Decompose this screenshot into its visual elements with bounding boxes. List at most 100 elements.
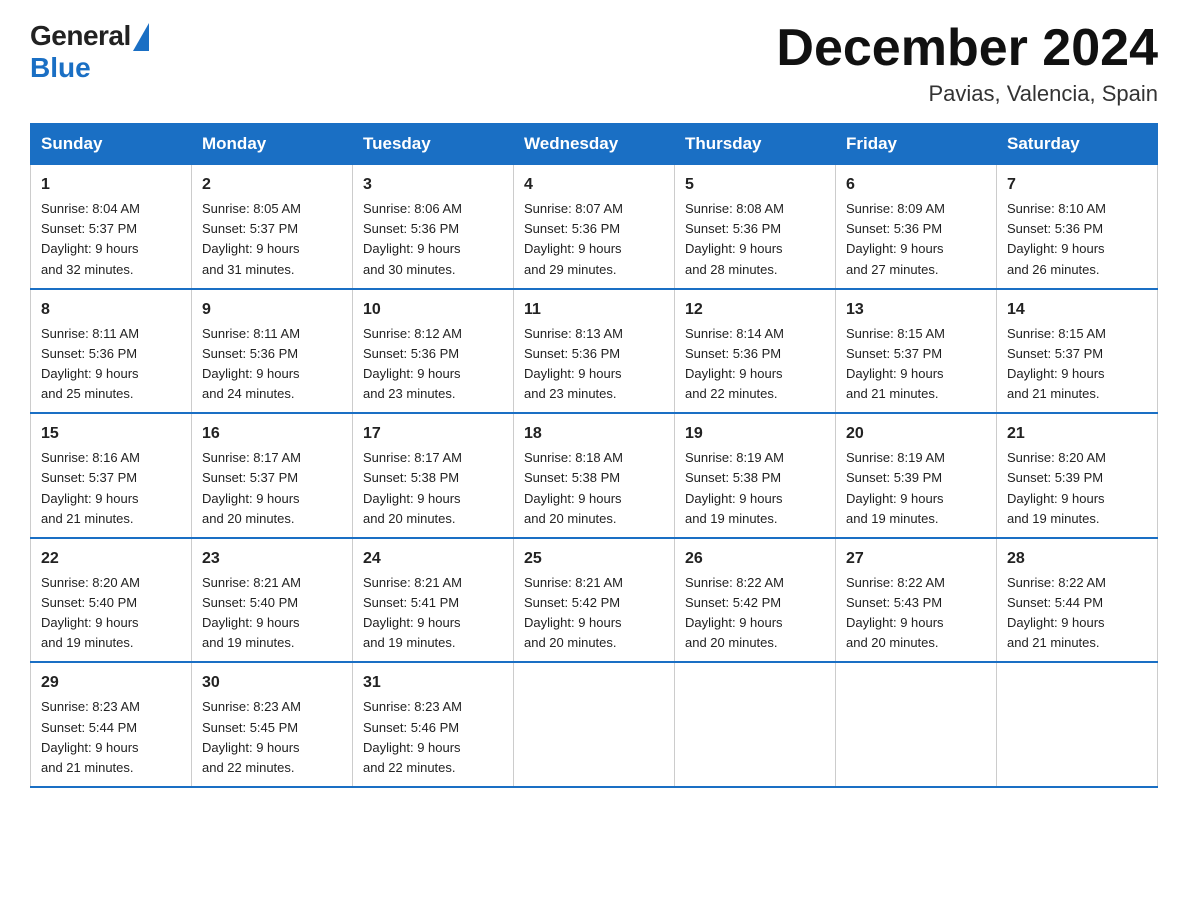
day-info: Sunrise: 8:06 AMSunset: 5:36 PMDaylight:… [363, 199, 503, 280]
day-number: 16 [202, 422, 342, 446]
calendar-cell: 20Sunrise: 8:19 AMSunset: 5:39 PMDayligh… [836, 413, 997, 538]
day-info: Sunrise: 8:15 AMSunset: 5:37 PMDaylight:… [846, 324, 986, 405]
day-number: 11 [524, 298, 664, 322]
day-number: 4 [524, 173, 664, 197]
day-info: Sunrise: 8:13 AMSunset: 5:36 PMDaylight:… [524, 324, 664, 405]
day-info: Sunrise: 8:11 AMSunset: 5:36 PMDaylight:… [202, 324, 342, 405]
day-number: 19 [685, 422, 825, 446]
day-info: Sunrise: 8:15 AMSunset: 5:37 PMDaylight:… [1007, 324, 1147, 405]
calendar-cell: 31Sunrise: 8:23 AMSunset: 5:46 PMDayligh… [353, 662, 514, 787]
day-number: 3 [363, 173, 503, 197]
day-number: 9 [202, 298, 342, 322]
calendar-cell: 30Sunrise: 8:23 AMSunset: 5:45 PMDayligh… [192, 662, 353, 787]
day-info: Sunrise: 8:23 AMSunset: 5:44 PMDaylight:… [41, 697, 181, 778]
day-number: 8 [41, 298, 181, 322]
col-thursday: Thursday [675, 124, 836, 165]
calendar-cell: 25Sunrise: 8:21 AMSunset: 5:42 PMDayligh… [514, 538, 675, 663]
day-number: 12 [685, 298, 825, 322]
calendar-cell: 26Sunrise: 8:22 AMSunset: 5:42 PMDayligh… [675, 538, 836, 663]
day-number: 25 [524, 547, 664, 571]
day-number: 28 [1007, 547, 1147, 571]
day-info: Sunrise: 8:19 AMSunset: 5:39 PMDaylight:… [846, 448, 986, 529]
day-info: Sunrise: 8:17 AMSunset: 5:37 PMDaylight:… [202, 448, 342, 529]
day-info: Sunrise: 8:14 AMSunset: 5:36 PMDaylight:… [685, 324, 825, 405]
day-number: 13 [846, 298, 986, 322]
page-header: General Blue December 2024 Pavias, Valen… [30, 20, 1158, 107]
day-number: 27 [846, 547, 986, 571]
calendar-cell: 10Sunrise: 8:12 AMSunset: 5:36 PMDayligh… [353, 289, 514, 414]
calendar-week-row: 15Sunrise: 8:16 AMSunset: 5:37 PMDayligh… [31, 413, 1158, 538]
day-number: 20 [846, 422, 986, 446]
day-info: Sunrise: 8:22 AMSunset: 5:42 PMDaylight:… [685, 573, 825, 654]
day-number: 22 [41, 547, 181, 571]
month-title: December 2024 [776, 20, 1158, 77]
calendar-cell: 7Sunrise: 8:10 AMSunset: 5:36 PMDaylight… [997, 165, 1158, 289]
day-info: Sunrise: 8:19 AMSunset: 5:38 PMDaylight:… [685, 448, 825, 529]
day-number: 29 [41, 671, 181, 695]
calendar-cell: 8Sunrise: 8:11 AMSunset: 5:36 PMDaylight… [31, 289, 192, 414]
calendar-cell: 4Sunrise: 8:07 AMSunset: 5:36 PMDaylight… [514, 165, 675, 289]
day-number: 15 [41, 422, 181, 446]
day-number: 7 [1007, 173, 1147, 197]
day-info: Sunrise: 8:11 AMSunset: 5:36 PMDaylight:… [41, 324, 181, 405]
calendar-week-row: 29Sunrise: 8:23 AMSunset: 5:44 PMDayligh… [31, 662, 1158, 787]
logo: General Blue [30, 20, 149, 84]
day-info: Sunrise: 8:23 AMSunset: 5:45 PMDaylight:… [202, 697, 342, 778]
calendar-week-row: 1Sunrise: 8:04 AMSunset: 5:37 PMDaylight… [31, 165, 1158, 289]
calendar-table: Sunday Monday Tuesday Wednesday Thursday… [30, 123, 1158, 788]
calendar-cell [836, 662, 997, 787]
day-info: Sunrise: 8:16 AMSunset: 5:37 PMDaylight:… [41, 448, 181, 529]
day-number: 24 [363, 547, 503, 571]
day-number: 1 [41, 173, 181, 197]
calendar-cell: 15Sunrise: 8:16 AMSunset: 5:37 PMDayligh… [31, 413, 192, 538]
day-info: Sunrise: 8:05 AMSunset: 5:37 PMDaylight:… [202, 199, 342, 280]
day-number: 5 [685, 173, 825, 197]
day-info: Sunrise: 8:10 AMSunset: 5:36 PMDaylight:… [1007, 199, 1147, 280]
calendar-week-row: 8Sunrise: 8:11 AMSunset: 5:36 PMDaylight… [31, 289, 1158, 414]
day-number: 14 [1007, 298, 1147, 322]
logo-blue-text: Blue [30, 52, 91, 84]
day-info: Sunrise: 8:08 AMSunset: 5:36 PMDaylight:… [685, 199, 825, 280]
day-number: 31 [363, 671, 503, 695]
calendar-cell: 16Sunrise: 8:17 AMSunset: 5:37 PMDayligh… [192, 413, 353, 538]
calendar-cell: 6Sunrise: 8:09 AMSunset: 5:36 PMDaylight… [836, 165, 997, 289]
day-number: 10 [363, 298, 503, 322]
day-number: 23 [202, 547, 342, 571]
calendar-cell: 12Sunrise: 8:14 AMSunset: 5:36 PMDayligh… [675, 289, 836, 414]
day-info: Sunrise: 8:21 AMSunset: 5:42 PMDaylight:… [524, 573, 664, 654]
day-number: 17 [363, 422, 503, 446]
calendar-cell: 3Sunrise: 8:06 AMSunset: 5:36 PMDaylight… [353, 165, 514, 289]
day-info: Sunrise: 8:12 AMSunset: 5:36 PMDaylight:… [363, 324, 503, 405]
calendar-cell: 24Sunrise: 8:21 AMSunset: 5:41 PMDayligh… [353, 538, 514, 663]
col-friday: Friday [836, 124, 997, 165]
day-number: 21 [1007, 422, 1147, 446]
logo-general-text: General [30, 20, 131, 52]
day-info: Sunrise: 8:09 AMSunset: 5:36 PMDaylight:… [846, 199, 986, 280]
day-number: 26 [685, 547, 825, 571]
calendar-cell: 2Sunrise: 8:05 AMSunset: 5:37 PMDaylight… [192, 165, 353, 289]
calendar-cell: 22Sunrise: 8:20 AMSunset: 5:40 PMDayligh… [31, 538, 192, 663]
calendar-cell: 5Sunrise: 8:08 AMSunset: 5:36 PMDaylight… [675, 165, 836, 289]
calendar-cell: 9Sunrise: 8:11 AMSunset: 5:36 PMDaylight… [192, 289, 353, 414]
day-number: 18 [524, 422, 664, 446]
calendar-cell: 17Sunrise: 8:17 AMSunset: 5:38 PMDayligh… [353, 413, 514, 538]
day-info: Sunrise: 8:04 AMSunset: 5:37 PMDaylight:… [41, 199, 181, 280]
calendar-cell: 29Sunrise: 8:23 AMSunset: 5:44 PMDayligh… [31, 662, 192, 787]
col-saturday: Saturday [997, 124, 1158, 165]
calendar-cell: 1Sunrise: 8:04 AMSunset: 5:37 PMDaylight… [31, 165, 192, 289]
day-number: 30 [202, 671, 342, 695]
calendar-header-row: Sunday Monday Tuesday Wednesday Thursday… [31, 124, 1158, 165]
day-info: Sunrise: 8:21 AMSunset: 5:40 PMDaylight:… [202, 573, 342, 654]
calendar-cell: 28Sunrise: 8:22 AMSunset: 5:44 PMDayligh… [997, 538, 1158, 663]
day-number: 2 [202, 173, 342, 197]
location-title: Pavias, Valencia, Spain [776, 81, 1158, 107]
col-sunday: Sunday [31, 124, 192, 165]
day-info: Sunrise: 8:07 AMSunset: 5:36 PMDaylight:… [524, 199, 664, 280]
day-info: Sunrise: 8:17 AMSunset: 5:38 PMDaylight:… [363, 448, 503, 529]
calendar-cell: 11Sunrise: 8:13 AMSunset: 5:36 PMDayligh… [514, 289, 675, 414]
day-info: Sunrise: 8:21 AMSunset: 5:41 PMDaylight:… [363, 573, 503, 654]
calendar-cell [997, 662, 1158, 787]
calendar-cell [514, 662, 675, 787]
day-info: Sunrise: 8:18 AMSunset: 5:38 PMDaylight:… [524, 448, 664, 529]
col-wednesday: Wednesday [514, 124, 675, 165]
